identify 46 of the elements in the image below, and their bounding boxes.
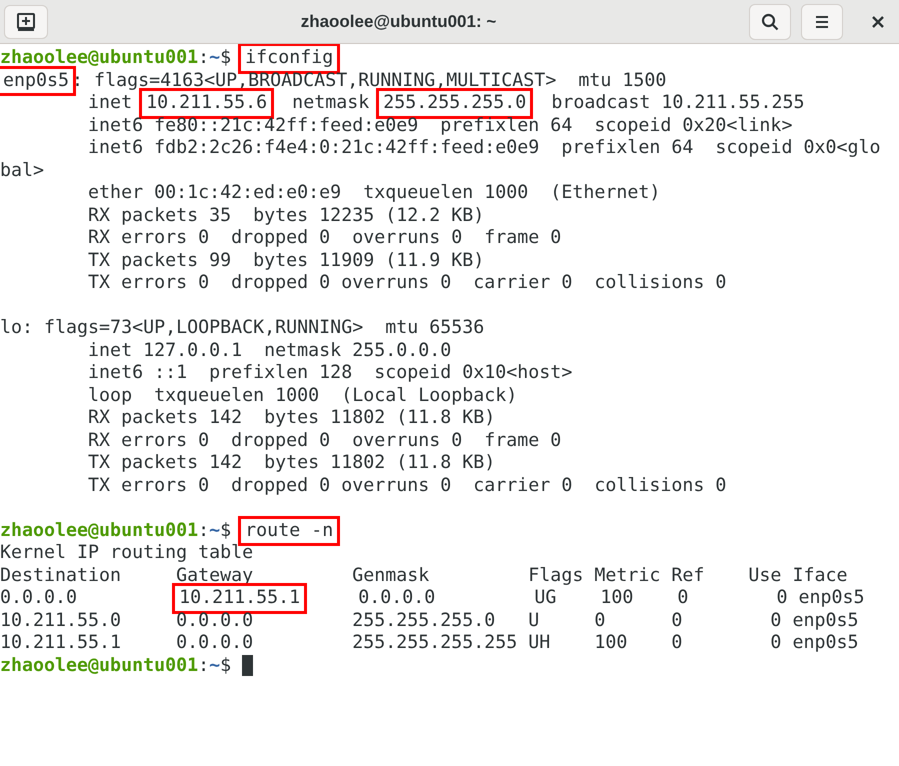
terminal-text: RX errors 0 dropped 0 overruns 0 frame 0 [87, 430, 562, 452]
prompt-user: zhaoolee@ubuntu001 [0, 47, 198, 70]
terminal-text: inet 127.0.0.1 netmask 255.0.0.0 [87, 340, 452, 362]
menu-icon [814, 14, 830, 28]
prompt-path: ~ [209, 654, 220, 677]
terminal-text: broadcast 10.211.55.255 [550, 92, 804, 114]
terminal-text: lo: flags=73<UP,LOOPBACK,RUNNING> mtu 65536 [0, 317, 484, 340]
prompt-path: ~ [209, 520, 220, 542]
terminal-text: inet6 ::1 prefixlen 128 scopeid 0x10<host> [87, 362, 572, 384]
prompt-user: zhaoolee@ubuntu001 [0, 654, 198, 677]
terminal-text: inet [87, 92, 134, 114]
new-tab-button[interactable] [4, 4, 48, 38]
terminal-text: : [198, 47, 210, 70]
terminal-text: 10.211.55.1 0.0.0.0 255.255.255.255 UH 100 0 0 enp0s5 [0, 632, 858, 654]
terminal-text: : flags=4163<UP,BROADCAST,RUNNING,MULTICAST> mtu 1500 [72, 70, 666, 92]
terminal-text: TX packets 99 bytes 11909 (11.9 KB) [87, 250, 484, 272]
terminal-text: loop txqueuelen 1000 (Local Loopback) [87, 384, 518, 407]
terminal-text: 0.0.0.0 UG 100 0 0 enp0s5 [357, 587, 865, 610]
prompt-path: ~ [209, 47, 220, 70]
terminal-text: Destination Gateway Genmask Flags Metric Ref Use Iface [0, 564, 848, 587]
menu-button[interactable] [801, 4, 843, 40]
terminal-text: 0.0.0.0 [0, 587, 78, 610]
terminal-text: inet6 fe80::21c:42ff:feed:e0e9 prefixlen 64 scopeid 0x20<link> [87, 114, 792, 137]
window-title: zhaoolee@ubuntu001: ~ [300, 10, 496, 33]
terminal-text: : [198, 520, 210, 542]
terminal-text: : [198, 654, 210, 677]
terminal-text: RX errors 0 dropped 0 overruns 0 frame 0 [87, 227, 562, 250]
new-tab-icon [16, 12, 36, 32]
terminal-text: inet6 fdb2:2c26:f4e4:0:21c:42ff:feed:e0e9 prefixlen 64 scopeid 0x0<glo [87, 137, 880, 160]
terminal-text: Kernel IP routing table [0, 542, 254, 564]
search-icon [761, 12, 779, 30]
terminal-text: TX packets 142 bytes 11802 (11.8 KB) [87, 452, 496, 474]
terminal-text: RX packets 142 bytes 11802 (11.8 KB) [87, 407, 496, 430]
terminal-text: ether 00:1c:42:ed:e0:e9 txqueuelen 1000 (Ethernet) [87, 182, 660, 204]
terminal-text: TX errors 0 dropped 0 overruns 0 carrier 0 collisions 0 [87, 474, 726, 497]
search-button[interactable] [749, 4, 791, 40]
prompt-user: zhaoolee@ubuntu001 [0, 520, 198, 542]
terminal-text: $ [220, 520, 232, 542]
terminal-text: $ [220, 47, 232, 70]
terminal-text: RX packets 35 bytes 12235 (12.2 KB) [87, 204, 484, 227]
terminal-text: 10.211.55.0 0.0.0.0 255.255.255.0 U 0 0 0 enp0s5 [0, 610, 858, 632]
close-icon [872, 16, 884, 28]
terminal-text: netmask [291, 92, 370, 114]
terminal-text: $ [220, 654, 232, 677]
terminal-text: bal> [0, 160, 44, 182]
terminal-text: TX errors 0 dropped 0 overruns 0 carrier 0 collisions 0 [87, 272, 726, 294]
